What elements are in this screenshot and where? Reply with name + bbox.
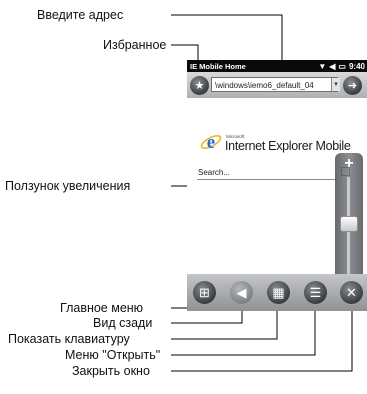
zoom-thumb[interactable] [340, 216, 358, 233]
svg-text:e: e [207, 132, 215, 153]
favorites-button[interactable]: ★ [190, 76, 209, 95]
go-arrow-icon: ➜ [347, 80, 358, 92]
search-field-underline [197, 179, 337, 180]
go-button[interactable]: ➜ [343, 76, 362, 95]
status-bar: IE Mobile Home ▼ ◀ ▭ 9:40 [187, 60, 367, 72]
product-name: Internet Explorer Mobile [225, 139, 351, 153]
callout-address: Введите адрес [37, 8, 124, 22]
keyboard-button[interactable]: ▦ [267, 281, 290, 304]
callout-keyboard: Показать клавиатуру [8, 332, 130, 346]
back-arrow-icon: ◀ [236, 284, 247, 300]
battery-icon: ▭ [338, 61, 346, 71]
callout-favorites: Избранное [103, 38, 167, 52]
signal-icon: ▼ [318, 61, 327, 71]
web-page-content: e Microsoft Internet Explorer Mobile Sea… [187, 98, 367, 302]
zoom-in-icon[interactable]: + [335, 155, 363, 173]
main-menu-button[interactable]: ⊞ [193, 281, 216, 304]
close-window-button[interactable]: ✕ [340, 281, 363, 304]
favorites-star-icon: ★ [194, 80, 205, 92]
back-button[interactable]: ◀ [230, 281, 253, 304]
windows-flag-icon: ⊞ [199, 284, 210, 300]
search-field-label[interactable]: Search... [198, 168, 230, 177]
callout-close-window: Закрыть окно [72, 364, 150, 378]
keyboard-icon: ▦ [272, 284, 285, 300]
menu-list-icon: ☰ [309, 284, 322, 300]
address-input[interactable]: \windows\iemo6_default_04 [211, 77, 338, 92]
clock-time: 9:40 [348, 61, 365, 71]
address-dropdown-button[interactable]: ▾ [331, 78, 340, 91]
phone-screen: IE Mobile Home ▼ ◀ ▭ 9:40 ★ \windows\iem… [187, 60, 367, 311]
app-title: IE Mobile Home [190, 61, 246, 71]
callout-main-menu: Главное меню [60, 301, 144, 315]
callout-zoom-slider: Ползунок увеличения [5, 179, 131, 193]
close-x-icon: ✕ [346, 284, 357, 300]
ie-logo-icon: e [200, 132, 222, 153]
volume-icon: ◀ [329, 61, 336, 71]
open-menu-button[interactable]: ☰ [304, 281, 327, 304]
address-bar: ★ \windows\iemo6_default_04 ▾ ➜ [187, 72, 367, 98]
bottom-toolbar: ⊞ ◀ ▦ ☰ ✕ [187, 274, 367, 311]
callout-open-menu: Меню "Открыть" [65, 348, 161, 362]
callout-back: Вид сзади [93, 316, 153, 330]
